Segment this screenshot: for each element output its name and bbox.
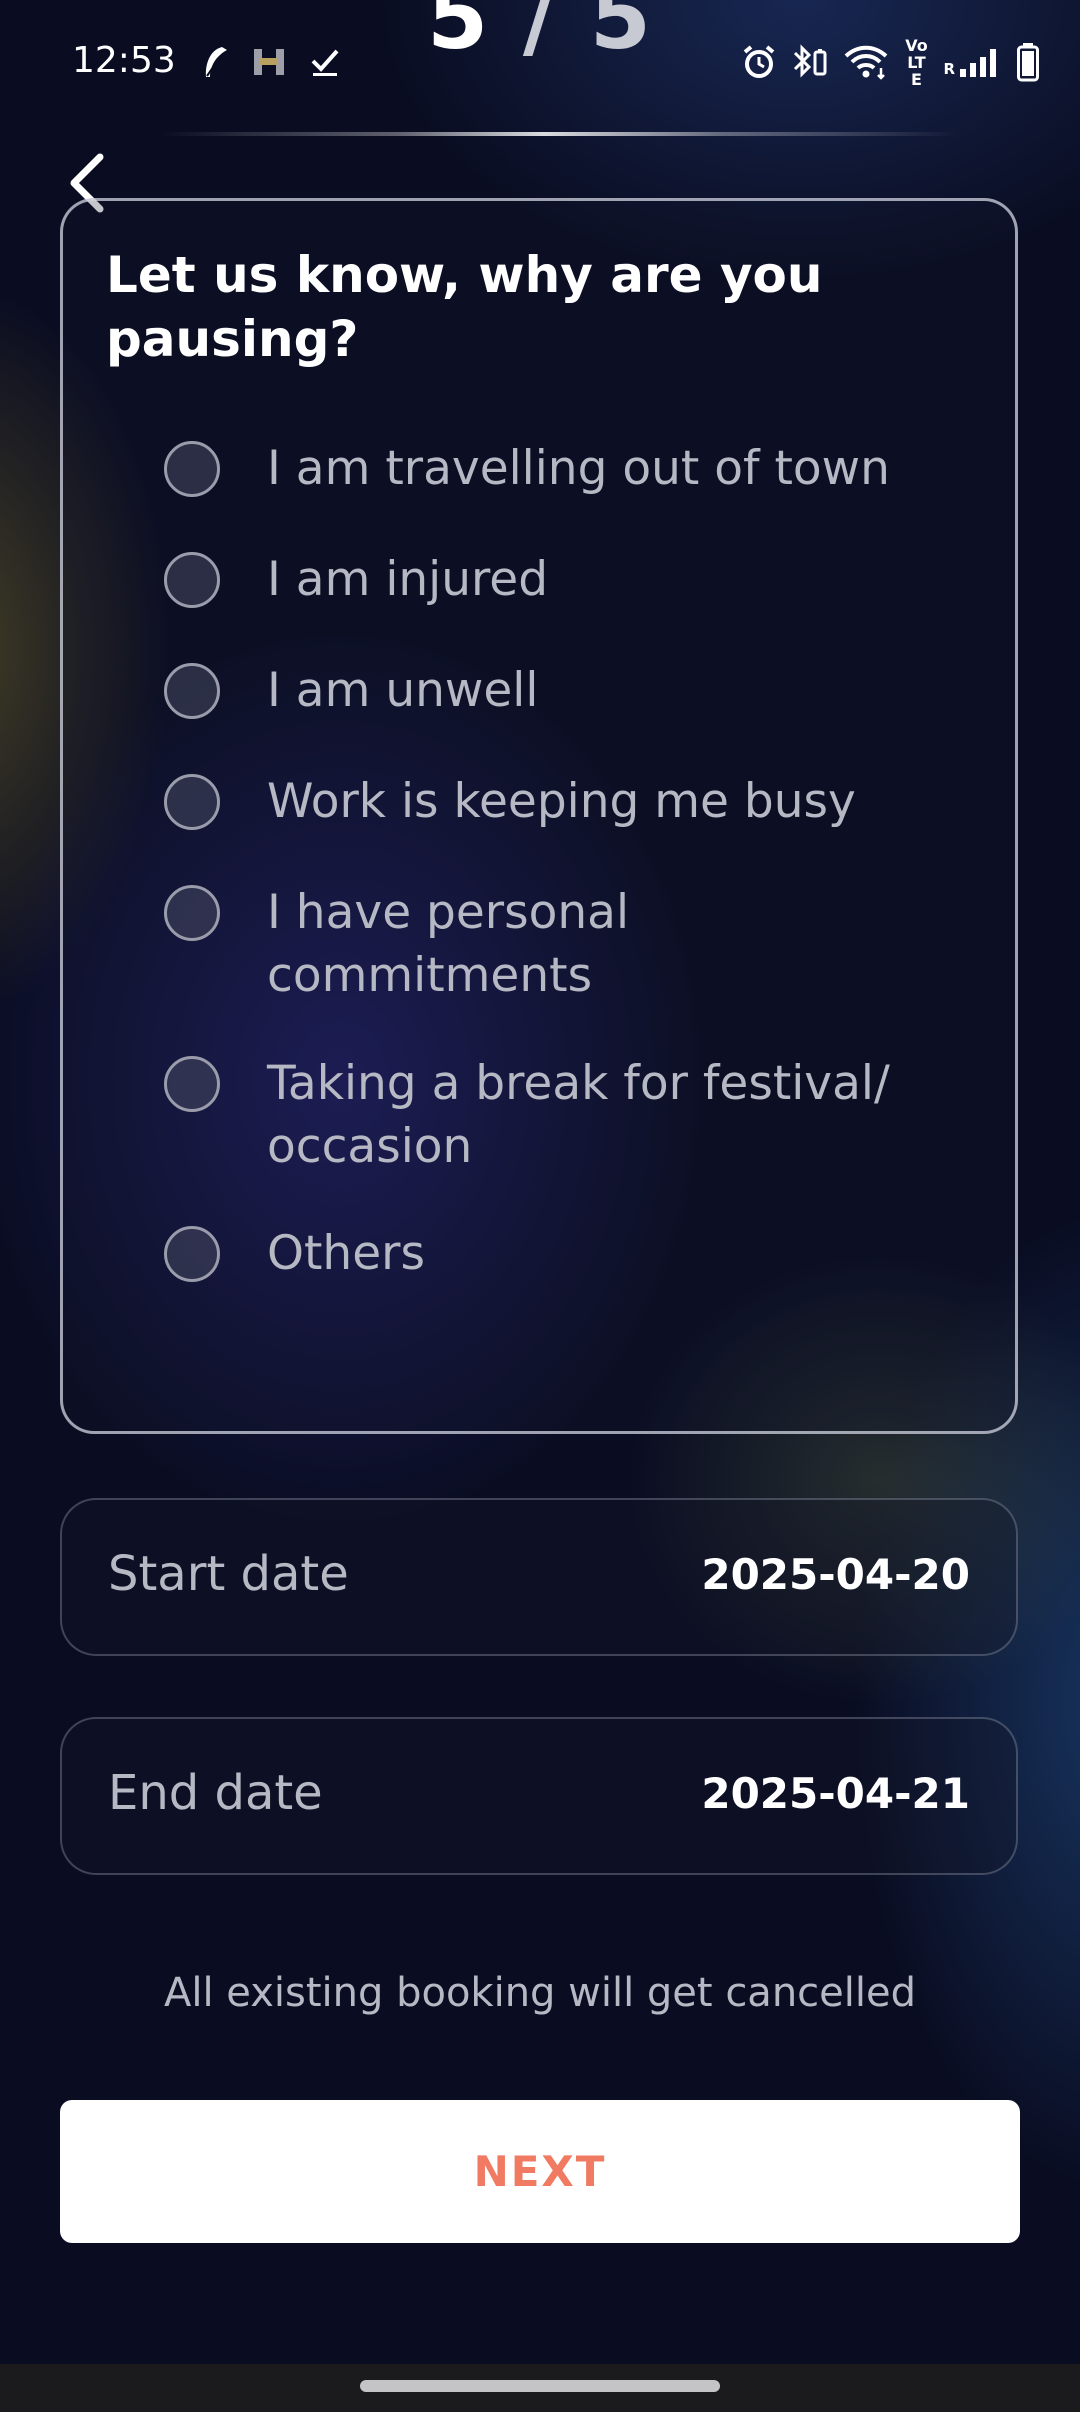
next-button[interactable]: NEXT: [60, 2100, 1020, 2243]
navigation-bar: [0, 2364, 1080, 2412]
start-date-value: 2025-04-20: [701, 1550, 970, 1599]
signal-icon: R: [943, 42, 1002, 82]
start-date-field[interactable]: Start date 2025-04-20: [60, 1498, 1018, 1656]
step-current: 5: [427, 0, 491, 69]
reason-option-others[interactable]: Others: [164, 1222, 984, 1285]
volte-icon: Vo LTE: [903, 37, 929, 88]
volte-text: Vo LTE: [905, 35, 928, 89]
status-bar: 12:53 5 / 5 Vo LTE R: [0, 0, 1080, 125]
radio-button[interactable]: [164, 663, 220, 719]
end-date-field[interactable]: End date 2025-04-21: [60, 1717, 1018, 1875]
bluetooth-battery-icon: [791, 42, 829, 82]
radio-button[interactable]: [164, 441, 220, 497]
step-total: 5: [589, 0, 653, 69]
radio-button[interactable]: [164, 1226, 220, 1282]
pause-reason-card: Let us know, why are you pausing? I am t…: [60, 198, 1018, 1434]
radio-button[interactable]: [164, 552, 220, 608]
reason-option-work[interactable]: Work is keeping me busy: [164, 770, 984, 833]
option-label: I have personal commitments: [267, 885, 630, 1003]
radio-button[interactable]: [164, 1056, 220, 1112]
wifi-icon: [843, 42, 889, 82]
cancellation-notice: All existing booking will get cancelled: [163, 1970, 916, 2016]
card-title: Let us know, why are you pausing?: [106, 246, 823, 368]
start-date-label: Start date: [108, 1546, 349, 1602]
option-label: Taking a break for festival/ occasion: [267, 1056, 890, 1174]
battery-icon: [1016, 42, 1040, 82]
step-separator: /: [522, 0, 558, 69]
reason-option-travelling[interactable]: I am travelling out of town: [164, 437, 984, 500]
home-indicator[interactable]: [360, 2380, 720, 2392]
reason-option-festival[interactable]: Taking a break for festival/ occasion: [164, 1052, 984, 1178]
end-date-label: End date: [108, 1765, 323, 1821]
option-label: Work is keeping me busy: [267, 774, 856, 829]
end-date-value: 2025-04-21: [701, 1769, 970, 1818]
reason-option-personal[interactable]: I have personal commitments: [164, 881, 984, 1007]
option-label: I am unwell: [267, 663, 539, 718]
radio-button[interactable]: [164, 774, 220, 830]
option-label: Others: [267, 1226, 425, 1281]
option-label: I am injured: [267, 552, 549, 607]
option-label: I am travelling out of town: [267, 441, 890, 496]
reason-option-injured[interactable]: I am injured: [164, 548, 984, 611]
reason-option-unwell[interactable]: I am unwell: [164, 659, 984, 722]
status-right-icons: Vo LTE R: [741, 37, 1040, 88]
progress-line: [160, 132, 960, 136]
alarm-icon: [741, 42, 777, 82]
radio-button[interactable]: [164, 885, 220, 941]
roaming-text: R: [943, 60, 955, 78]
